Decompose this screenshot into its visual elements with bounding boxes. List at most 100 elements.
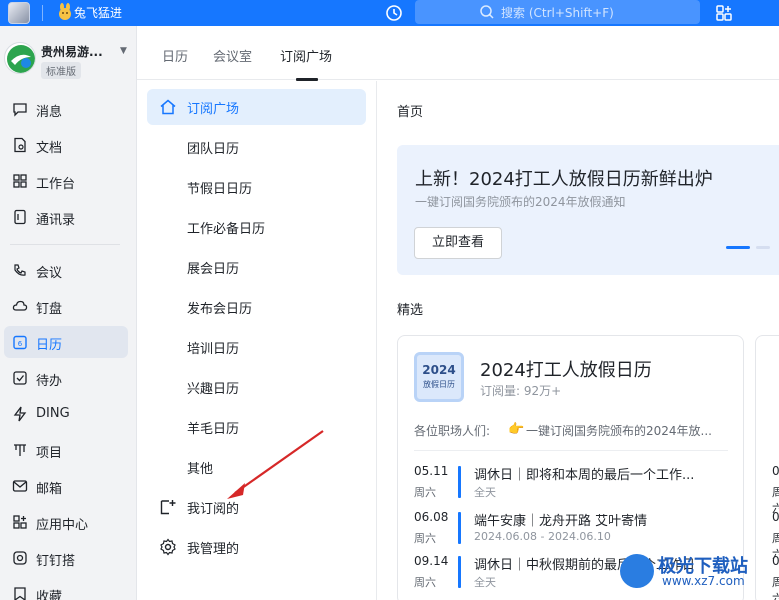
main-content: 首页 上新！2024打工人放假日历新鲜出炉 一键订阅国务院颁布的2024年放假通…: [378, 81, 779, 600]
sidebar-item-label: 兴趣日历: [187, 382, 240, 397]
sidebar-item-label: 发布会日历: [187, 302, 253, 317]
watermark: 极光下载站 www.xz7.com: [618, 552, 778, 592]
event-weekday: 周六: [414, 532, 436, 545]
event-time: 2024.06.08 - 2024.06.10: [474, 530, 611, 543]
edition-badge: 标准版: [41, 62, 81, 79]
thumbnail-text: 放假日历: [423, 380, 455, 389]
nav-item-favorites[interactable]: 收藏: [4, 578, 128, 600]
sidebar-item-category[interactable]: 工作必备日历: [147, 209, 366, 245]
sidebar-item-category[interactable]: 展会日历: [147, 249, 366, 285]
event-date: 09.14: [414, 554, 449, 568]
nav-item-ding[interactable]: DING: [4, 398, 128, 430]
event-row[interactable]: 06.08 周六 端午安康｜龙舟开路 艾叶寄情 2024.06.08 - 202…: [414, 510, 734, 550]
view-now-button[interactable]: 立即查看: [414, 227, 502, 259]
nav-item-mail[interactable]: 邮箱: [4, 470, 128, 502]
nav-item-app-center[interactable]: 应用中心: [4, 506, 128, 538]
event-weekday: 周六: [414, 486, 436, 499]
org-switcher[interactable]: 贵州易游... ▼ 标准版: [4, 42, 134, 86]
nav-label: 应用中心: [36, 518, 89, 533]
sidebar-item-label: 培训日历: [187, 342, 240, 357]
event-weekday: 周六: [414, 576, 436, 589]
nav-label: 待办: [36, 374, 63, 389]
divider: [42, 5, 43, 21]
calendar-icon: 6: [13, 335, 27, 350]
cloud-drive-icon: [12, 300, 28, 311]
chevron-down-icon[interactable]: ▼: [120, 46, 127, 56]
event-color-bar: [458, 466, 461, 498]
sidebar-item-category[interactable]: 培训日历: [147, 329, 366, 365]
event-time: 全天: [474, 486, 496, 499]
breadcrumb: 首页: [397, 105, 424, 120]
card-title: 2024打工人放假日历: [480, 360, 652, 381]
event-date: 05: [772, 464, 779, 478]
annotation-arrow: [227, 430, 324, 499]
app-center-icon: [13, 515, 27, 529]
message-icon: [13, 103, 27, 117]
meeting-icon: [14, 264, 26, 276]
event-date: 06.08: [414, 510, 449, 524]
nav-divider: [10, 244, 120, 245]
watermark-url: www.xz7.com: [662, 574, 745, 588]
sidebar-item-label: 团队日历: [187, 142, 240, 157]
status-text[interactable]: 兔飞猛进: [74, 4, 122, 21]
nav-item-builder[interactable]: 钉钉搭: [4, 542, 128, 574]
event-row[interactable]: 05.11 周六 调休日｜即将和本周的最后一个工作... 全天: [414, 464, 734, 504]
nav-label: 消息: [36, 105, 63, 120]
add-app-icon[interactable]: [714, 3, 734, 23]
nav-label: 收藏: [36, 590, 63, 600]
nav-label: 文档: [36, 141, 63, 156]
nav-label: 通讯录: [36, 213, 76, 228]
nav-item-todo[interactable]: 待办: [4, 362, 128, 394]
org-name: 贵州易游...: [41, 45, 103, 59]
user-avatar[interactable]: [8, 2, 30, 24]
todo-icon: [13, 371, 27, 385]
tab-meeting-room[interactable]: 会议室: [213, 46, 252, 65]
nav-item-docs[interactable]: 文档: [4, 129, 128, 161]
sidebar-item-category[interactable]: 团队日历: [147, 129, 366, 165]
nav-item-workbench[interactable]: 工作台: [4, 165, 128, 197]
sidebar-item-label: 展会日历: [187, 262, 240, 277]
search-icon: [480, 5, 494, 19]
nav-label: 日历: [36, 338, 63, 353]
banner-title: 上新！2024打工人放假日历新鲜出炉: [415, 169, 713, 190]
nav-label: 钉钉搭: [36, 554, 76, 569]
nav-item-calendar[interactable]: 6 日历: [4, 326, 128, 358]
nav-item-project[interactable]: 项目: [4, 434, 128, 466]
nav-label: 钉盘: [36, 302, 63, 317]
sidebar-item-category[interactable]: 发布会日历: [147, 289, 366, 325]
calendar-thumbnail: 2024 放假日历: [414, 352, 464, 402]
search-box[interactable]: 搜索 (Ctrl+Shift+F): [415, 0, 700, 24]
history-icon[interactable]: [384, 3, 404, 23]
tab-subscription-plaza[interactable]: 订阅广场: [280, 46, 332, 65]
carousel-dots[interactable]: [726, 245, 776, 251]
tab-calendar[interactable]: 日历: [162, 46, 188, 65]
sidebar-item-label: 工作必备日历: [187, 222, 266, 237]
mail-icon: [12, 480, 28, 492]
sidebar-item-plaza-home[interactable]: 订阅广场: [147, 89, 366, 125]
event-title: 端午安康｜龙舟开路 艾叶寄情: [474, 514, 648, 529]
document-icon: [14, 137, 26, 153]
contacts-icon: [14, 209, 26, 225]
sidebar-item-category[interactable]: 节假日日历: [147, 169, 366, 205]
event-title: 调休日｜即将和本周的最后一个工作...: [474, 468, 695, 483]
nav-item-message[interactable]: 消息: [4, 93, 128, 125]
search-placeholder: 搜索 (Ctrl+Shift+F): [501, 6, 614, 20]
rabbit-icon: [59, 3, 71, 20]
favorites-icon: [14, 587, 26, 600]
event-color-bar: [458, 556, 461, 588]
sidebar-item-label: 其他: [187, 462, 214, 477]
nav-item-contacts[interactable]: 通讯录: [4, 201, 128, 233]
nav-item-meeting[interactable]: 会议: [4, 254, 128, 286]
ding-icon: [13, 406, 27, 422]
org-logo: [4, 42, 36, 74]
gear-icon: [160, 538, 176, 556]
project-icon: [14, 444, 26, 456]
subscriber-count: 订阅量: 92万+: [480, 384, 562, 398]
nav-item-drive[interactable]: 钉盘: [4, 290, 128, 322]
sidebar-item-category[interactable]: 兴趣日历: [147, 369, 366, 405]
sidebar-item-label: 订阅广场: [187, 102, 240, 117]
card-description-rest: 一键订阅国务院颁布的2024年放...: [526, 424, 712, 438]
sidebar-item-my-managed[interactable]: 我管理的: [147, 529, 366, 565]
left-nav: 贵州易游... ▼ 标准版 消息 文档 工作台 通讯录 会议 钉盘 6 日历 待…: [0, 26, 137, 600]
promo-banner[interactable]: 上新！2024打工人放假日历新鲜出炉 一键订阅国务院颁布的2024年放假通知 立…: [397, 145, 779, 275]
